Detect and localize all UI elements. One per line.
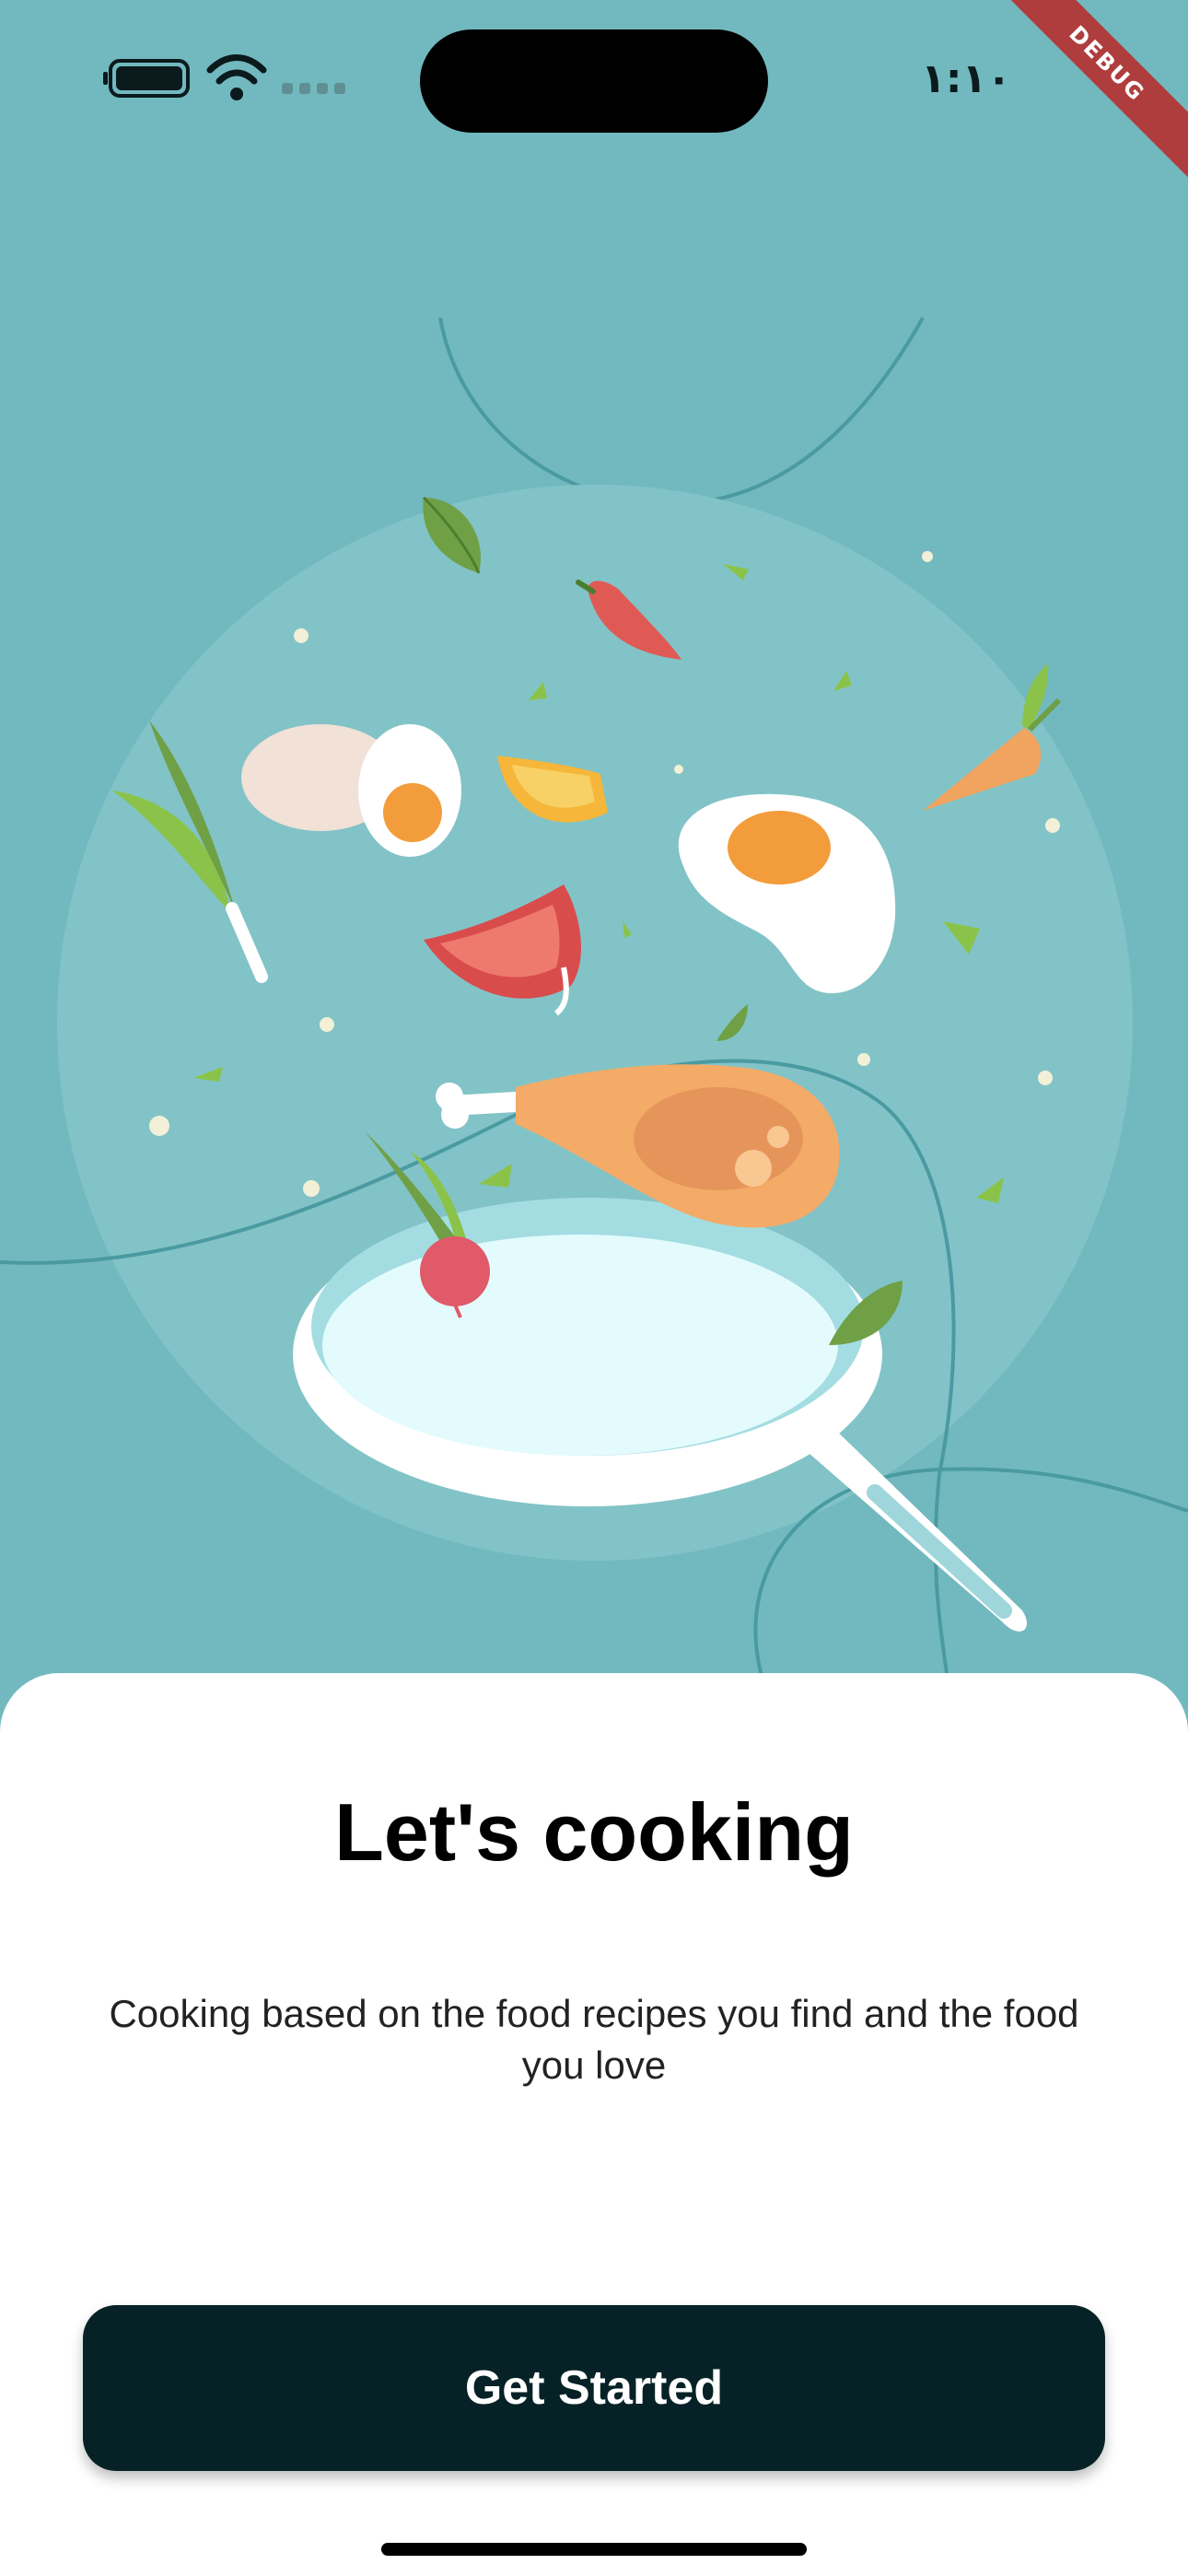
onboarding-screen: ١:١٠ DEBUG Let's cooking Cooking based o… <box>0 0 1188 2576</box>
decorative-curve <box>438 317 925 506</box>
battery-icon <box>103 59 190 98</box>
page-subtitle: Cooking based on the food recipes you fi… <box>109 1992 1079 2087</box>
wifi-icon <box>206 54 267 100</box>
get-started-button[interactable]: Get Started <box>83 2305 1105 2471</box>
status-time: ١:١٠ <box>921 55 1012 102</box>
cellular-signal-icon <box>282 83 345 94</box>
home-indicator[interactable] <box>381 2543 807 2556</box>
page-title: Let's cooking <box>334 1786 854 1878</box>
cooking-illustration <box>0 317 1188 1686</box>
dynamic-island <box>420 29 768 133</box>
status-bar: ١:١٠ <box>0 0 1188 157</box>
